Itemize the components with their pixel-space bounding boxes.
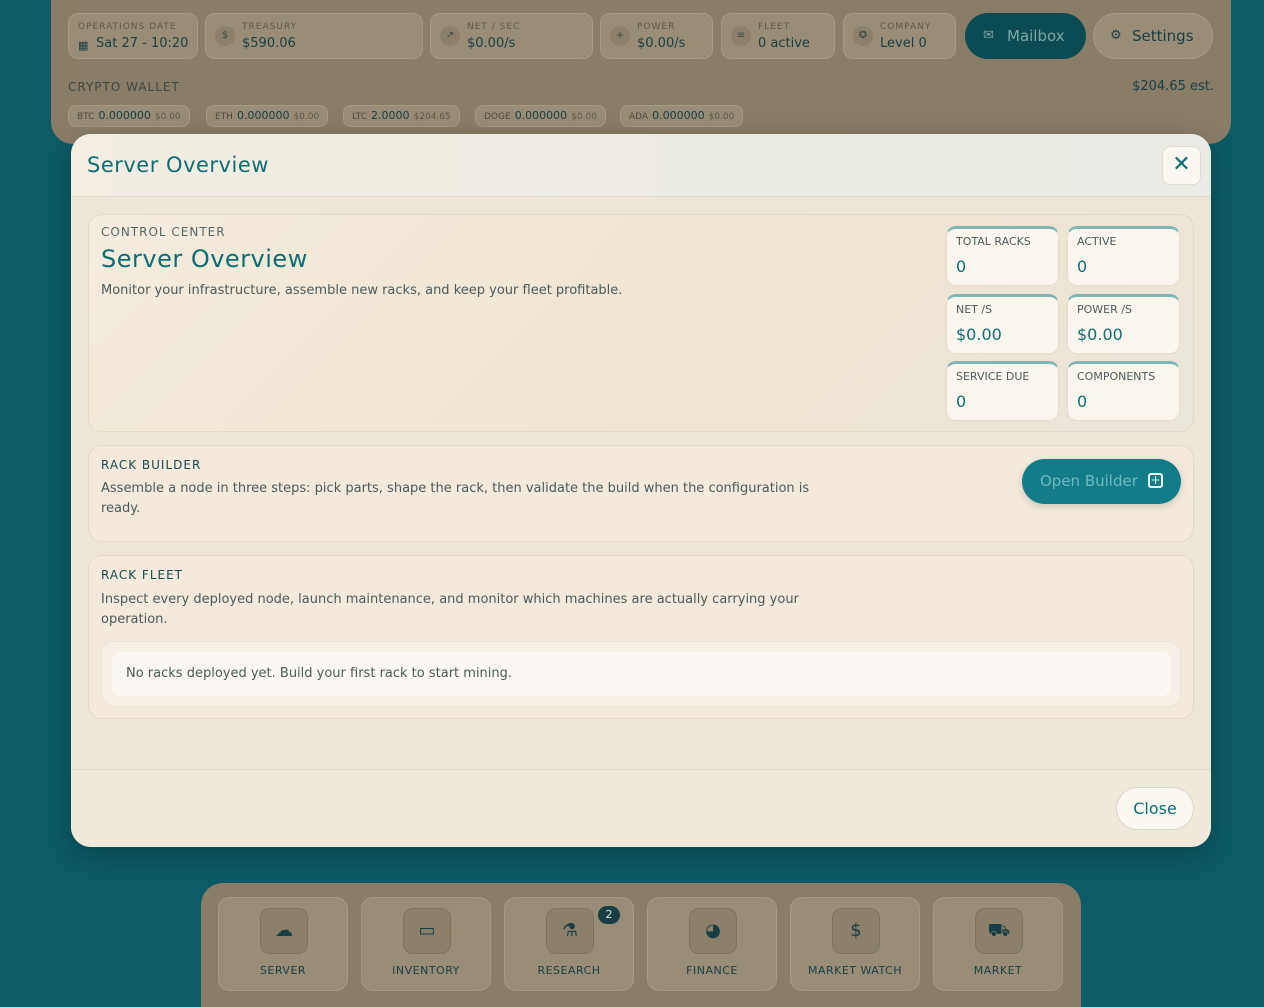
power-value: $0.00/s <box>637 36 686 51</box>
server-icon: ☁ <box>260 908 308 954</box>
metric-components: Components 0 <box>1067 361 1180 421</box>
settings-label: Settings <box>1132 27 1194 45</box>
coin-chip-doge: DOGE 0.000000 $0.00 <box>475 105 606 127</box>
close-icon[interactable]: ✕ <box>1162 146 1201 185</box>
nav-item-server[interactable]: ☁ SERVER <box>218 897 348 991</box>
settings-button[interactable]: ⚙ Settings <box>1093 13 1213 59</box>
open-builder-label: Open Builder <box>1040 472 1138 490</box>
server-overview-modal: Server Overview ✕ CONTROL CENTER Server … <box>71 134 1211 847</box>
control-center-title: Server Overview <box>101 245 308 273</box>
wallet-estimate: $204.65 est. <box>1132 79 1214 94</box>
coin-icon: $ <box>215 26 235 46</box>
fleet-card: ≡ FLEET 0 active <box>721 13 835 59</box>
medal-icon: ✪ <box>853 26 873 46</box>
rack-builder-description: Assemble a node in three steps: pick par… <box>101 481 810 516</box>
rack-builder-panel: RACK BUILDER Assemble a node in three st… <box>88 445 1194 542</box>
coin-chip-btc: BTC 0.000000 $0.00 <box>68 105 190 127</box>
treasury-value: $590.06 <box>242 36 296 51</box>
power-card: + POWER $0.00/s <box>600 13 713 59</box>
modal-header: Server Overview ✕ <box>71 134 1211 197</box>
coin-chip-ltc: LTC 2.0000 $204.65 <box>343 105 460 127</box>
close-button[interactable]: Close <box>1116 787 1194 830</box>
add-window-icon: + <box>1148 473 1163 488</box>
metric-service-due: Service Due 0 <box>946 361 1059 421</box>
power-icon: + <box>610 26 630 46</box>
nav-item-market[interactable]: ⛟ MARKET <box>933 897 1063 991</box>
cart-icon: ⛟ <box>975 908 1023 954</box>
coin-chip-eth: ETH 0.000000 $0.00 <box>206 105 329 127</box>
fleet-value: 0 active <box>758 36 810 51</box>
company-value: Level 0 <box>880 36 927 51</box>
metric-active: Active 0 <box>1067 226 1180 286</box>
pie-chart-icon: ◕ <box>689 908 737 954</box>
nav-item-finance[interactable]: ◕ FINANCE <box>647 897 777 991</box>
rack-fleet-description: Inspect every deployed node, launch main… <box>101 592 799 627</box>
flask-icon: ⚗ <box>546 908 594 954</box>
server-stack-icon: ≡ <box>731 26 751 46</box>
control-center-description: Monitor your infrastructure, assemble ne… <box>101 283 623 298</box>
nav-item-market-watch[interactable]: $ MARKET WATCH <box>790 897 920 991</box>
metric-power-per-second: Power /s $0.00 <box>1067 294 1180 354</box>
power-label: POWER <box>637 22 676 32</box>
rack-fleet-title: RACK FLEET <box>101 568 183 582</box>
dollar-icon: $ <box>832 908 880 954</box>
open-builder-button[interactable]: Open Builder + <box>1022 459 1181 504</box>
treasury-card: $ TREASURY $590.06 <box>205 13 423 59</box>
mail-icon: ✉ <box>983 28 994 43</box>
research-badge: 2 <box>598 906 620 924</box>
company-card: ✪ COMPANY Level 0 <box>843 13 956 59</box>
company-label: COMPANY <box>880 22 932 32</box>
modal-body: CONTROL CENTER Server Overview Monitor y… <box>71 197 1211 769</box>
rack-builder-title: RACK BUILDER <box>101 458 202 472</box>
coin-chip-ada: ADA 0.000000 $0.00 <box>620 105 744 127</box>
metric-net-per-second: Net /s $0.00 <box>946 294 1059 354</box>
operations-date-label: OPERATIONS DATE <box>78 22 177 32</box>
metric-total-racks: Total Racks 0 <box>946 226 1059 286</box>
box-icon: ▭ <box>403 908 451 954</box>
operations-date-card: OPERATIONS DATE ▦ Sat 27 - 10:20 <box>68 13 198 59</box>
treasury-label: TREASURY <box>242 22 298 32</box>
net-sec-value: $0.00/s <box>467 36 516 51</box>
operations-date-value: Sat 27 - 10:20 <box>96 36 189 51</box>
rack-list: No racks deployed yet. Build your first … <box>101 641 1181 707</box>
control-center-eyebrow: CONTROL CENTER <box>101 225 226 239</box>
net-sec-label: NET / SEC <box>467 22 521 32</box>
net-sec-card: ↗ NET / SEC $0.00/s <box>430 13 593 59</box>
trend-icon: ↗ <box>440 26 460 46</box>
empty-state-message: No racks deployed yet. Build your first … <box>112 652 1170 696</box>
fleet-label: FLEET <box>758 22 791 32</box>
mailbox-button[interactable]: ✉ Mailbox <box>965 13 1086 59</box>
crypto-wallet-title: CRYPTO WALLET <box>68 80 180 94</box>
rack-fleet-panel: RACK FLEET Inspect every deployed node, … <box>88 555 1194 719</box>
control-center-panel: CONTROL CENTER Server Overview Monitor y… <box>88 214 1194 432</box>
nav-item-inventory[interactable]: ▭ INVENTORY <box>361 897 491 991</box>
modal-title: Server Overview <box>87 153 269 177</box>
mailbox-label: Mailbox <box>1007 27 1065 45</box>
gear-icon: ⚙ <box>1110 28 1122 43</box>
modal-footer: Close <box>71 769 1211 847</box>
